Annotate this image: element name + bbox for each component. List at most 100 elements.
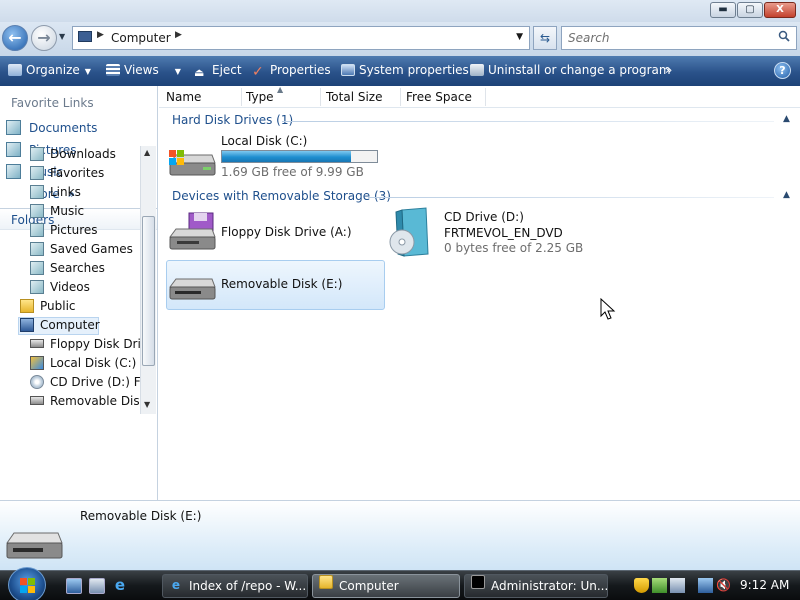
forward-button[interactable]: →	[31, 25, 57, 51]
tree-item-downloads[interactable]: Downloads	[30, 147, 116, 165]
search-placeholder: Search	[568, 31, 610, 45]
eject-button[interactable]: ⏏ Eject	[194, 63, 242, 79]
help-icon: ?	[779, 64, 786, 77]
tree-item-music[interactable]: Music	[30, 204, 84, 222]
column-type[interactable]: Type	[246, 90, 274, 104]
help-button[interactable]: ?	[774, 62, 791, 79]
tray-app-icon[interactable]	[670, 578, 685, 593]
tree-item-public[interactable]: Public	[20, 299, 76, 317]
scroll-down-icon[interactable]: ▼	[144, 400, 150, 409]
searches-folder-icon	[30, 261, 44, 275]
switch-windows-icon[interactable]	[89, 578, 105, 594]
organize-button[interactable]: Organize ▼	[8, 63, 91, 77]
drive-free-space-cd: 0 bytes free of 2.25 GB	[444, 241, 584, 255]
recent-pages-dropdown[interactable]: ▼	[59, 32, 65, 41]
removable-disk-icon	[30, 396, 44, 405]
group-header-hard-disk[interactable]: Hard Disk Drives (1)	[172, 113, 293, 127]
column-name[interactable]: Name	[166, 90, 201, 104]
tree-item-favorites[interactable]: Favorites	[30, 166, 104, 184]
address-dropdown-icon[interactable]: ▼	[516, 32, 523, 42]
command-toolbar: Organize ▼ Views ▼ ⏏ Eject ✓ Properties Syst…	[0, 56, 800, 86]
tree-item-pictures[interactable]: Pictures	[30, 223, 98, 241]
address-bar[interactable]: ▶ Computer ▶ ▼	[72, 26, 530, 50]
checkmark-icon: ✓	[252, 64, 264, 80]
internet-explorer-icon[interactable]: e	[112, 578, 128, 594]
tree-item-local-disk[interactable]: Local Disk (C:)	[30, 356, 136, 374]
details-pane: Removable Disk (E:)	[0, 500, 800, 570]
tree-item-removable-disk[interactable]: Removable Disk (E:)	[30, 394, 140, 412]
network-icon[interactable]	[652, 578, 667, 593]
favorites-folder-icon	[30, 166, 44, 180]
removable-disk-icon	[6, 532, 63, 559]
drive-name-cd[interactable]: CD Drive (D:)	[444, 210, 524, 224]
removable-disk-icon	[169, 278, 216, 300]
search-input[interactable]: Search	[561, 26, 797, 50]
scroll-up-icon[interactable]: ▲	[144, 148, 150, 157]
internet-explorer-icon: e	[171, 578, 181, 592]
collapse-group-icon[interactable]: ▲	[783, 114, 790, 124]
tree-item-saved-games[interactable]: Saved Games	[30, 242, 133, 260]
back-button[interactable]: ←	[2, 25, 28, 51]
eject-icon: ⏏	[194, 66, 205, 79]
favorite-links-title: Favorite Links	[11, 96, 94, 110]
tree-item-cd-drive[interactable]: CD Drive (D:) FRTMEVOL_EN_DVD	[30, 375, 140, 393]
refresh-icon: ⇆	[539, 31, 551, 45]
collapse-group-icon[interactable]: ▲	[783, 190, 790, 200]
taskbar-item-cmd[interactable]: Administrator: Un...	[464, 574, 608, 598]
group-header-removable[interactable]: Devices with Removable Storage (3)	[172, 189, 391, 203]
tree-item-computer[interactable]: Computer	[18, 317, 100, 335]
favorite-link-documents[interactable]: Documents	[6, 120, 97, 138]
column-free-space[interactable]: Free Space	[406, 90, 472, 104]
videos-folder-icon	[30, 280, 44, 294]
command-prompt-icon	[471, 575, 485, 589]
saved-games-folder-icon	[30, 242, 44, 256]
show-desktop-icon[interactable]	[66, 578, 82, 594]
folder-tree-scrollbar[interactable]: ▲ ▼	[140, 146, 156, 414]
search-icon[interactable]	[778, 30, 790, 42]
breadcrumb-chevron-icon[interactable]: ▶	[97, 30, 104, 40]
column-total-size[interactable]: Total Size	[326, 90, 382, 104]
tree-item-videos[interactable]: Videos	[30, 280, 90, 298]
floppy-drive-icon	[30, 339, 44, 348]
tree-item-searches[interactable]: Searches	[30, 261, 105, 279]
system-properties-button[interactable]: System properties	[341, 63, 469, 77]
taskbar-item-computer[interactable]: Computer	[312, 574, 460, 598]
start-button[interactable]	[8, 567, 46, 600]
disk-usage-fill	[222, 151, 351, 162]
back-arrow-icon: ←	[8, 28, 22, 47]
clock[interactable]: 9:12 AM	[740, 578, 789, 592]
downloads-folder-icon	[30, 147, 44, 161]
minimize-button[interactable]: ▬	[710, 2, 736, 18]
display-icon[interactable]	[698, 578, 713, 593]
computer-icon	[20, 318, 34, 332]
refresh-button[interactable]: ⇆	[533, 26, 557, 50]
cd-drive-icon	[30, 375, 44, 389]
drive-name-floppy[interactable]: Floppy Disk Drive (A:)	[221, 225, 352, 239]
properties-button[interactable]: ✓ Properties	[252, 63, 331, 80]
views-button[interactable]: Views ▼	[106, 63, 181, 77]
security-shield-icon[interactable]	[634, 578, 649, 593]
folder-icon	[319, 575, 333, 589]
uninstall-program-button[interactable]: Uninstall or change a program	[470, 63, 671, 77]
maximize-button[interactable]: ▢	[737, 2, 763, 18]
breadcrumb-computer[interactable]: Computer	[111, 31, 171, 45]
drive-label-cd: FRTMEVOL_EN_DVD	[444, 226, 563, 240]
floppy-drive-icon	[169, 212, 216, 250]
system-properties-icon	[341, 64, 355, 76]
volume-muted-icon[interactable]: 🔇	[716, 578, 731, 593]
title-bar: ▬ ▢ X	[0, 0, 800, 22]
toolbar-overflow-button[interactable]: »	[665, 63, 672, 77]
breadcrumb-chevron-icon[interactable]: ▶	[175, 30, 182, 40]
tree-item-floppy[interactable]: Floppy Disk Drive (A:)	[30, 337, 140, 355]
taskbar-item-browser[interactable]: e Index of /repo - W...	[162, 574, 308, 598]
drive-free-space-local-disk: 1.69 GB free of 9.99 GB	[221, 165, 364, 179]
drive-name-removable[interactable]: Removable Disk (E:)	[221, 277, 342, 291]
scrollbar-thumb[interactable]	[142, 216, 155, 366]
drive-name-local-disk[interactable]: Local Disk (C:)	[221, 134, 307, 148]
forward-arrow-icon: →	[37, 28, 51, 47]
cd-drive-icon	[389, 207, 429, 257]
tree-item-links[interactable]: Links	[30, 185, 81, 203]
close-button[interactable]: X	[764, 2, 796, 18]
windows-logo-icon	[20, 578, 35, 593]
address-row: ← → ▼ ▶ Computer ▶ ▼ ⇆ Search	[0, 22, 800, 56]
